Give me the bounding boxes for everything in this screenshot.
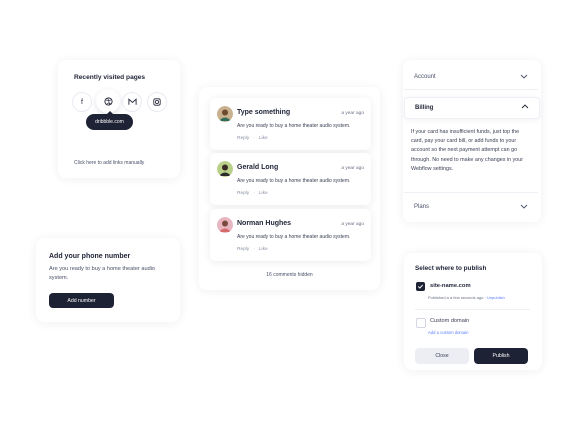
accordion-label: Account (414, 74, 436, 80)
facebook-icon[interactable]: f (72, 92, 92, 112)
close-button[interactable]: Close (415, 348, 469, 364)
comment-author: Gerald Long (237, 164, 279, 171)
add-number-button[interactable]: Add number (49, 293, 114, 308)
comment-actions: Reply · Like (237, 136, 268, 141)
comment-author: Norman Hughes (237, 220, 292, 227)
recent-pages-card: Recently visited pages f dribbble.com Cl… (58, 60, 180, 178)
unpublish-link[interactable]: Unpublish (487, 295, 505, 300)
accordion-item-billing[interactable]: Billing (404, 97, 540, 119)
chevron-down-icon (520, 204, 528, 209)
chevron-up-icon (521, 104, 529, 109)
avatar (217, 217, 233, 233)
reply-link[interactable]: Reply (237, 136, 249, 141)
comment-actions: Reply · Like (237, 247, 268, 252)
divider (404, 89, 538, 90)
custom-domain-label: Custom domain (430, 318, 470, 324)
like-link[interactable]: Like (259, 247, 268, 252)
accordion-item-account[interactable]: Account (404, 67, 538, 87)
add-custom-domain-link[interactable]: Add a custom domain (428, 330, 469, 335)
reply-link[interactable]: Reply (237, 191, 249, 196)
avatar (217, 106, 233, 122)
comment-time: a year ago (341, 166, 364, 171)
divider (415, 309, 530, 310)
comment-author: Type something (237, 109, 291, 116)
gmail-icon[interactable] (122, 92, 142, 112)
site-checkbox[interactable] (416, 282, 425, 291)
phone-description: Are you ready to buy a home theater audi… (49, 266, 156, 281)
publish-button[interactable]: Publish (474, 348, 528, 364)
accordion-label: Plans (414, 204, 430, 210)
billing-content: If your card has insufficient funds, jus… (411, 129, 524, 172)
comment-time: a year ago (341, 222, 364, 227)
comment-item: Gerald Long a year ago Are you ready to … (210, 153, 371, 205)
dribbble-icon[interactable] (96, 89, 120, 113)
reply-link[interactable]: Reply (237, 247, 249, 252)
avatar (217, 161, 233, 177)
chevron-down-icon (520, 74, 528, 79)
like-link[interactable]: Like (259, 191, 268, 196)
comment-item: Norman Hughes a year ago Are you ready t… (210, 209, 371, 261)
dribbble-tooltip: dribbble.com (86, 111, 133, 130)
hidden-comments-toggle[interactable]: 16 comments hidden (199, 272, 380, 278)
phone-title: Add your phone number (49, 253, 131, 260)
accordion-label: Billing (415, 105, 434, 111)
comment-text: Are you ready to buy a home theater audi… (237, 234, 351, 240)
comment-item: Type something a year ago Are you ready … (210, 98, 371, 150)
comment-text: Are you ready to buy a home theater audi… (237, 123, 351, 129)
comment-actions: Reply · Like (237, 191, 268, 196)
accordion-item-plans[interactable]: Plans (404, 197, 538, 217)
comment-time: a year ago (341, 111, 364, 116)
recent-pages-title: Recently visited pages (74, 74, 146, 81)
like-link[interactable]: Like (259, 136, 268, 141)
instagram-icon[interactable] (147, 92, 167, 112)
check-icon (417, 284, 424, 289)
custom-domain-checkbox[interactable] (416, 318, 426, 328)
publish-card: Select where to publish site-name.com Pu… (404, 253, 542, 370)
published-info: Published a a few seconds ago · Unpublis… (428, 295, 505, 300)
comment-text: Are you ready to buy a home theater audi… (237, 178, 351, 184)
phone-number-card: Add your phone number Are you ready to b… (36, 238, 180, 322)
add-links-manually-link[interactable]: Click here to add links manually (74, 160, 144, 166)
site-name: site-name.com (430, 283, 471, 289)
publish-title: Select where to publish (415, 265, 487, 272)
divider (404, 192, 538, 193)
